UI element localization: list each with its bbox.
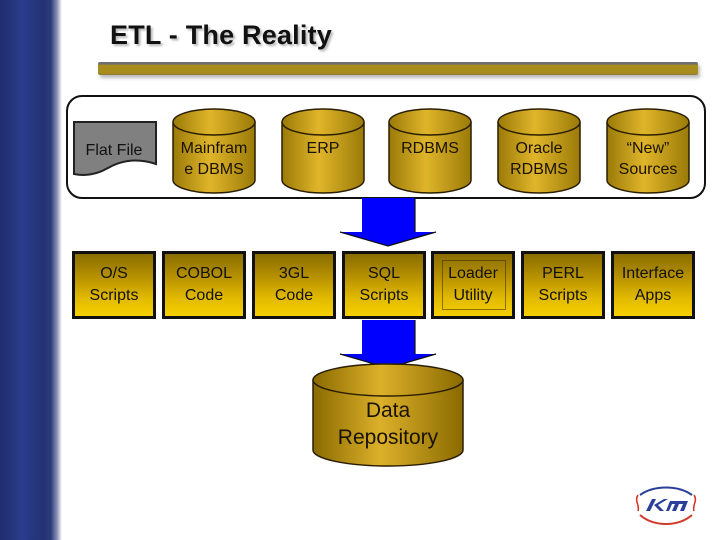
tool-label-line2: Code	[184, 287, 224, 304]
repository-label-line1: Data	[365, 399, 411, 422]
tool-sql-scripts: SQL Scripts	[342, 251, 426, 319]
db-label-line2: RDBMS	[510, 161, 568, 178]
db-label-line2: Sources	[618, 161, 678, 178]
tool-perl-scripts: PERL Scripts	[521, 251, 605, 319]
tool-label-line1: Interface	[621, 265, 685, 282]
decorative-sidebar	[0, 0, 62, 540]
tool-loader-utility: Loader Utility	[431, 251, 515, 319]
tool-label-line2: Apps	[634, 287, 672, 304]
repository-label-line2: Repository	[337, 426, 439, 449]
flow-arrow-down-icon	[336, 320, 440, 370]
db-label-line1: Oracle	[515, 140, 563, 157]
tool-label-line2: Code	[274, 287, 314, 304]
company-logo-icon	[630, 483, 702, 529]
flow-arrow-down-icon	[336, 198, 440, 248]
db-label-line1: RDBMS	[401, 140, 459, 157]
tool-os-scripts: O/S Scripts	[72, 251, 156, 319]
tool-label-line1: 3GL	[278, 265, 310, 282]
tool-label-line2: Scripts	[359, 287, 409, 304]
slide-title: ETL - The Reality	[110, 20, 332, 50]
source-db-erp: ERP	[281, 108, 365, 194]
tool-label-line1: COBOL	[175, 265, 232, 282]
source-db-oracle: Oracle RDBMS	[497, 108, 581, 194]
source-db-new-sources: “New” Sources	[606, 108, 690, 194]
db-label-line1: Mainfram	[180, 140, 248, 157]
tool-label-line1: PERL	[542, 265, 584, 282]
source-db-mainframe: Mainfram e DBMS	[172, 108, 256, 194]
tool-label-line1: SQL	[367, 265, 400, 282]
tool-label-line1: O/S	[100, 265, 128, 282]
db-label-line1: “New”	[626, 140, 670, 157]
tool-label-line1: Loader	[448, 265, 498, 282]
db-label-line1: ERP	[306, 140, 340, 157]
source-db-rdbms: RDBMS	[388, 108, 472, 194]
flat-file-label: Flat File	[85, 142, 143, 159]
db-label-line2: e DBMS	[184, 161, 244, 178]
tool-label-line2: Utility	[453, 287, 493, 304]
title-underline-rule	[98, 62, 698, 75]
tool-interface-apps: Interface Apps	[611, 251, 695, 319]
tool-3gl-code: 3GL Code	[252, 251, 336, 319]
flat-file-source: Flat File	[72, 120, 162, 180]
tool-cobol-code: COBOL Code	[162, 251, 246, 319]
target-data-repository: Data Repository	[312, 363, 464, 468]
tool-label-line2: Scripts	[538, 287, 588, 304]
tool-label-line2: Scripts	[89, 287, 139, 304]
